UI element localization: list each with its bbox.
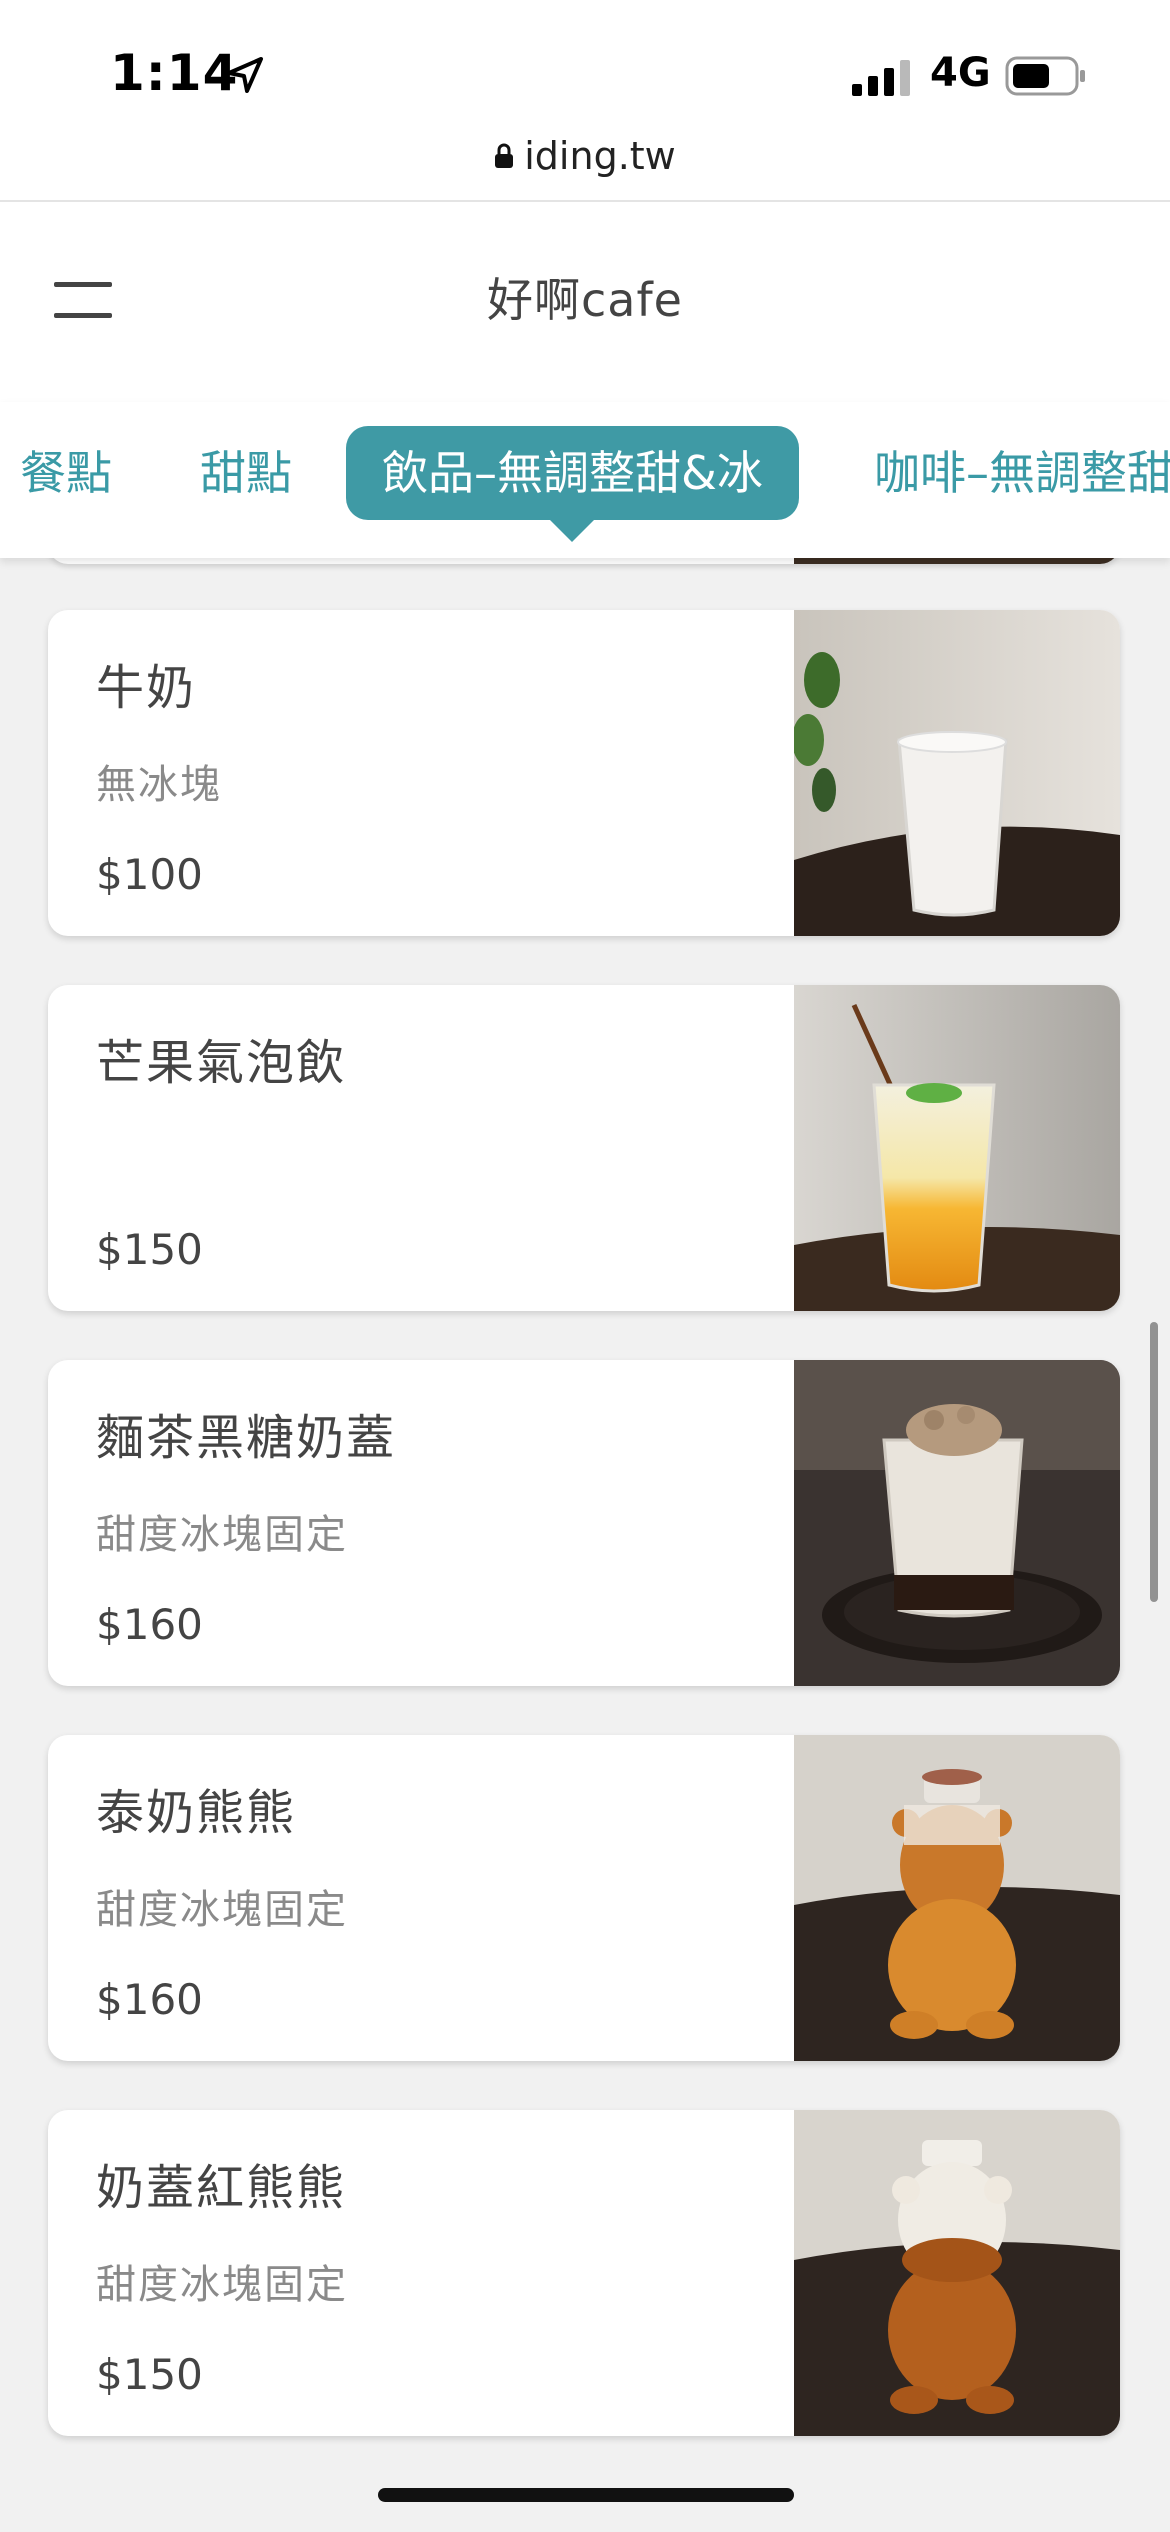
menu-list: 牛奶 無冰塊 $100 芒果氣泡飲 $150 麵茶黑糖奶蓋 甜度冰塊固定 $16…	[0, 558, 1170, 2532]
status-time: 1:14	[110, 44, 239, 102]
item-photo	[794, 1735, 1120, 2061]
app-header: 好啊cafe	[0, 202, 1170, 402]
item-name: 芒果氣泡飲	[96, 1035, 347, 1091]
item-photo	[794, 2110, 1120, 2436]
menu-item[interactable]: 牛奶 無冰塊 $100	[48, 610, 1120, 936]
item-description: 甜度冰塊固定	[96, 1512, 348, 1558]
category-tabs: 餐點 甜點 飲品–無調整甜&冰 咖啡–無調整甜	[0, 402, 1170, 558]
location-arrow-icon	[227, 57, 263, 93]
url-text: iding.tw	[524, 134, 676, 178]
menu-item[interactable]: 麵茶黑糖奶蓋 甜度冰塊固定 $160	[48, 1360, 1120, 1686]
item-price: $150	[96, 1225, 203, 1274]
item-price: $160	[96, 1975, 203, 2024]
tab-meals[interactable]: 餐點	[20, 426, 112, 520]
item-price: $100	[96, 850, 203, 899]
item-photo	[794, 985, 1120, 1311]
menu-item[interactable]: 芒果氣泡飲 $150	[48, 985, 1120, 1311]
url-bar[interactable]: iding.tw	[0, 130, 1170, 202]
item-description: 甜度冰塊固定	[96, 1887, 348, 1933]
menu-item[interactable]: 奶蓋紅熊熊 甜度冰塊固定 $150	[48, 2110, 1120, 2436]
menu-item[interactable]: 泰奶熊熊 甜度冰塊固定 $160	[48, 1735, 1120, 2061]
item-name: 麵茶黑糖奶蓋	[96, 1410, 397, 1466]
home-indicator[interactable]	[378, 2488, 794, 2502]
item-name: 奶蓋紅熊熊	[96, 2160, 347, 2216]
battery-icon	[1005, 56, 1085, 96]
item-photo	[794, 610, 1120, 936]
item-description: 甜度冰塊固定	[96, 2262, 348, 2308]
tab-desserts[interactable]: 甜點	[200, 426, 292, 520]
item-name: 泰奶熊熊	[96, 1785, 297, 1841]
menu-item-partial[interactable]	[48, 558, 1120, 564]
lock-icon	[495, 143, 514, 168]
tab-coffee[interactable]: 咖啡–無調整甜	[874, 426, 1170, 520]
item-price: $160	[96, 1600, 203, 1649]
page-title: 好啊cafe	[487, 273, 683, 327]
status-bar: 1:14 4G	[0, 0, 1170, 130]
tab-drinks[interactable]: 飲品–無調整甜&冰	[346, 426, 799, 542]
scrollbar[interactable]	[1150, 1322, 1158, 1602]
network-type: 4G	[930, 50, 991, 96]
item-photo	[794, 1360, 1120, 1686]
item-description: 無冰塊	[96, 762, 222, 808]
signal-bars-icon	[852, 60, 910, 96]
item-price: $150	[96, 2350, 203, 2399]
item-name: 牛奶	[96, 660, 197, 716]
item-photo	[794, 558, 1120, 564]
